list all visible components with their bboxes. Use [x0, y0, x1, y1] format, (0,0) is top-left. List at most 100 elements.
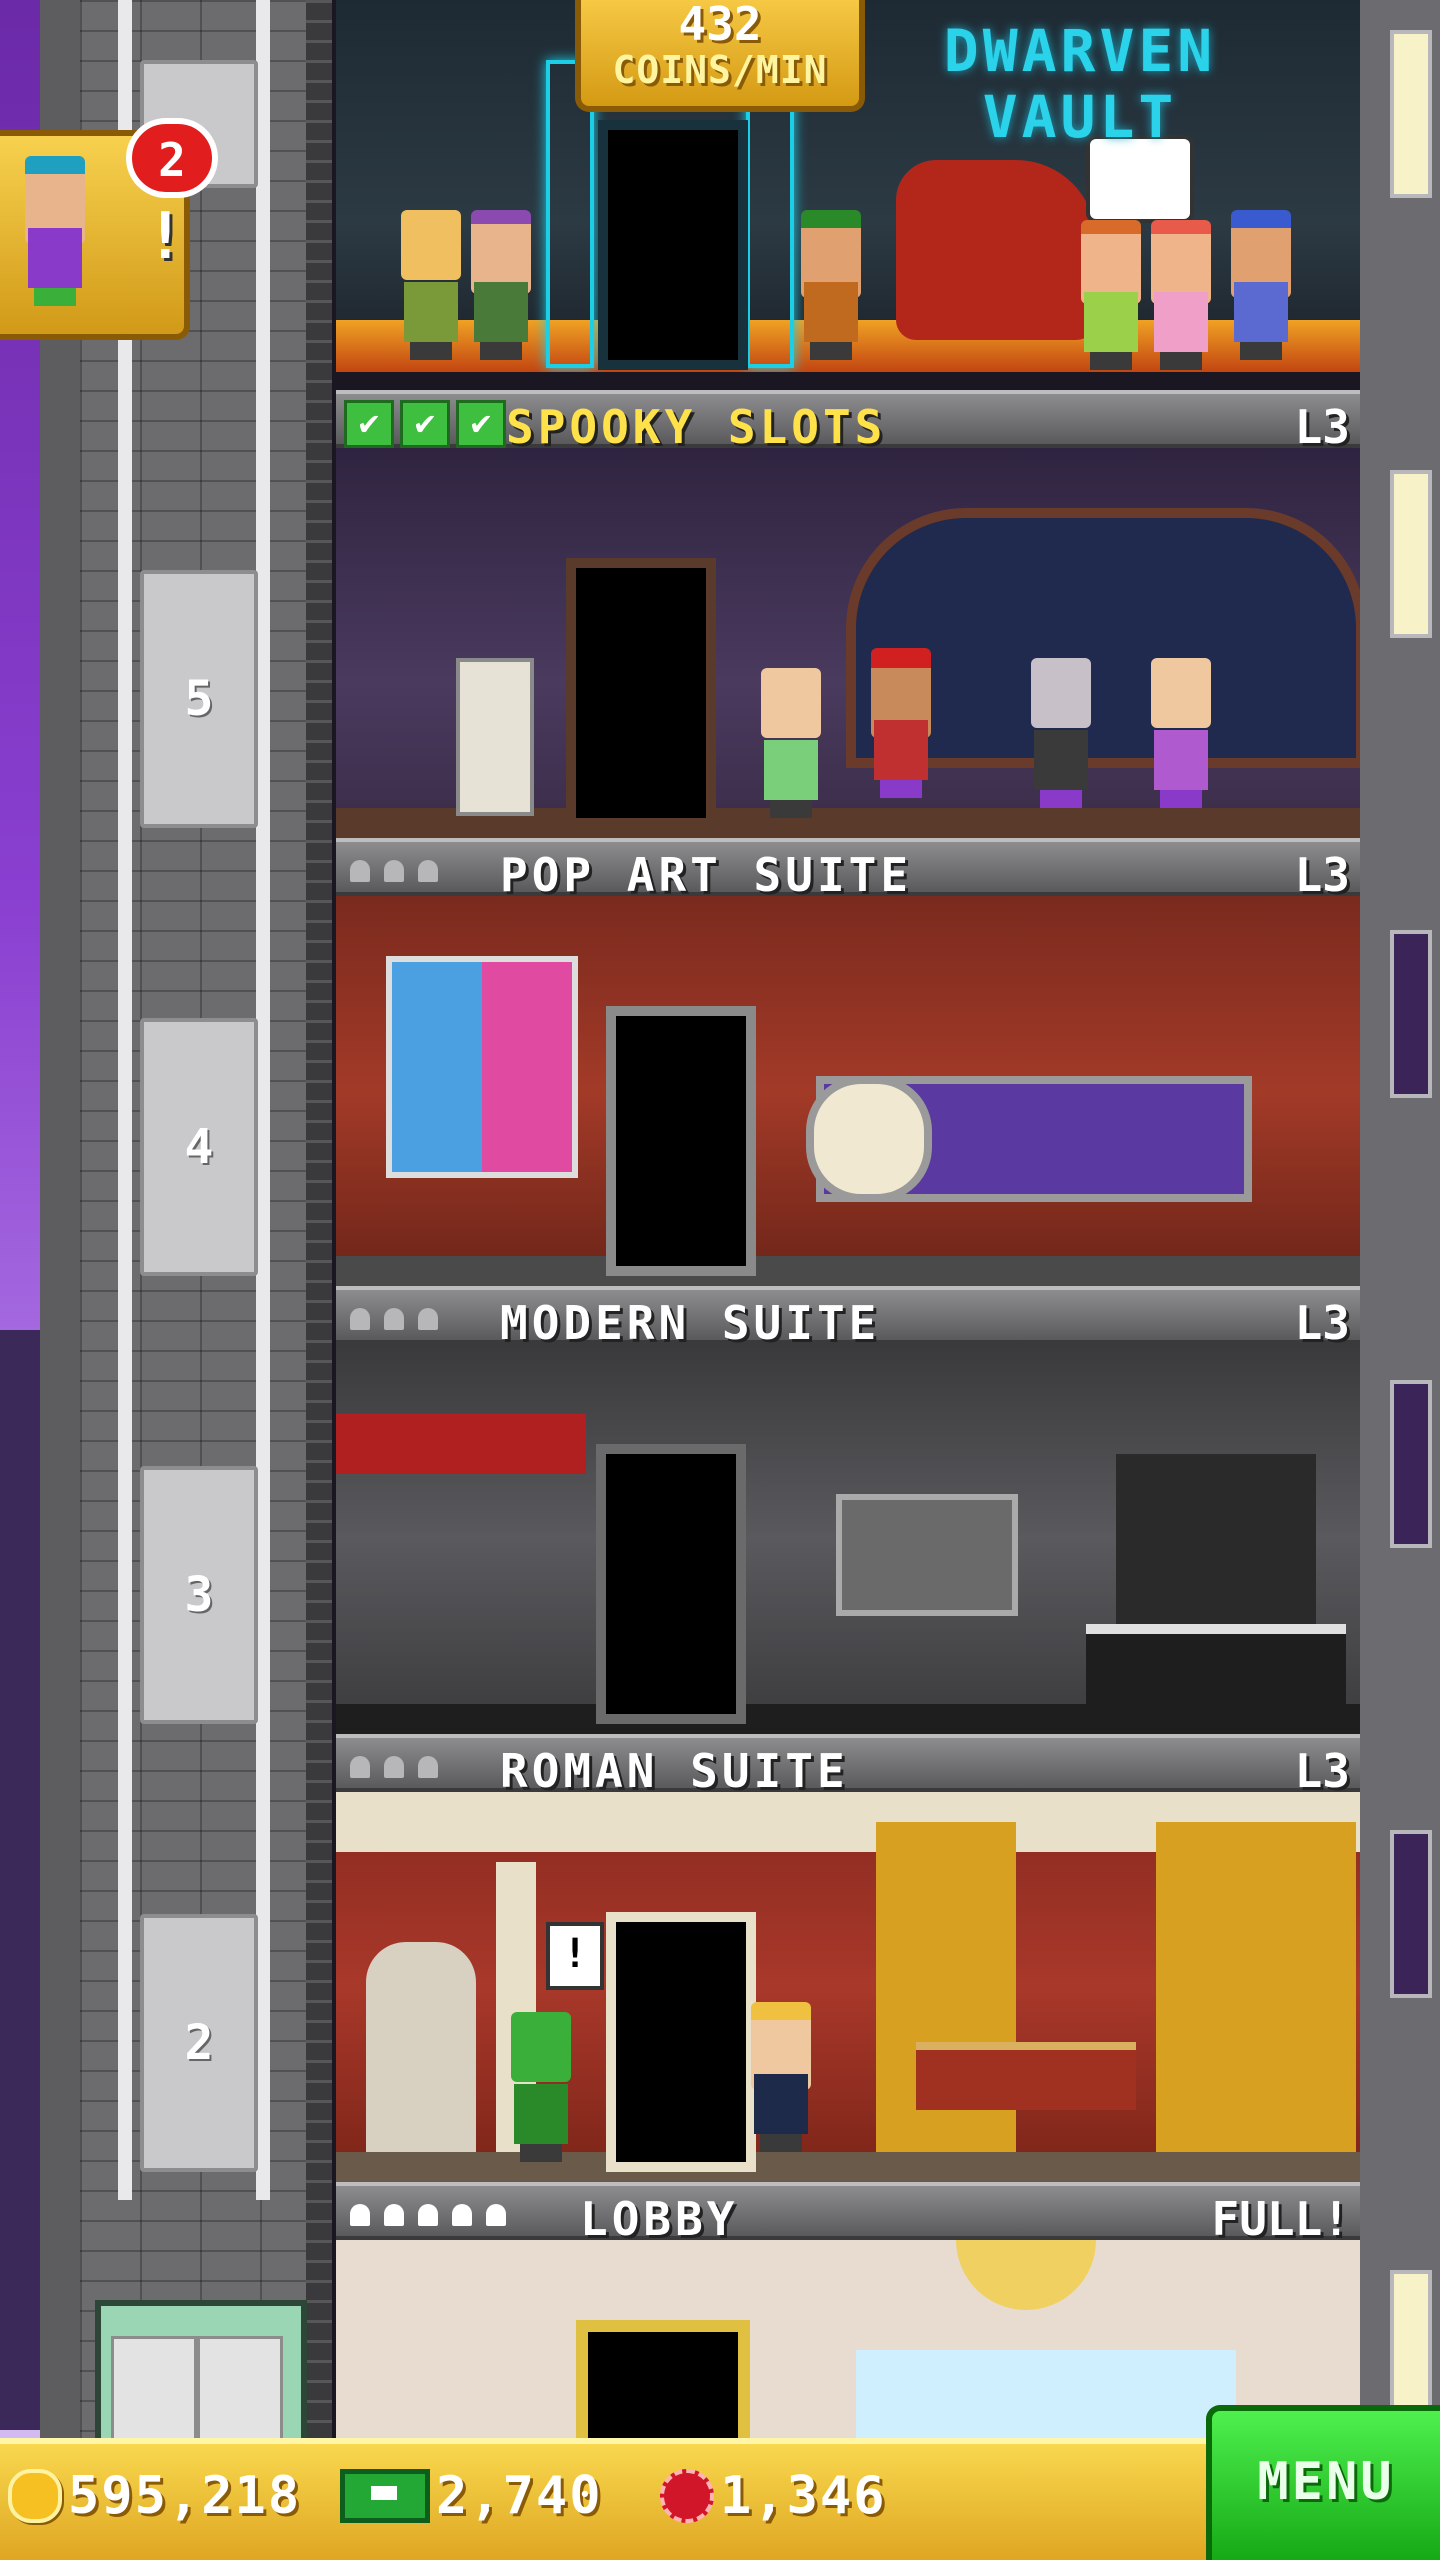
resident-dots — [350, 1308, 438, 1330]
pop-art-door[interactable] — [606, 1006, 756, 1276]
check-icon: ✔ — [344, 400, 394, 448]
spooky-door[interactable] — [566, 558, 716, 828]
floor-level: L3 — [1294, 400, 1350, 454]
elevator-door-left — [111, 2336, 197, 2452]
guest-purple[interactable] — [1146, 658, 1216, 808]
window — [1390, 1830, 1432, 1998]
check-icon: ✔ — [400, 400, 450, 448]
menu-button[interactable]: MENU — [1206, 2405, 1440, 2560]
coins-per-minute-value: 432 — [678, 0, 762, 51]
spooky-room — [336, 448, 1360, 838]
floor-number-3: 3 — [140, 1466, 258, 1724]
floor-name: SPOOKY SLOTS — [506, 400, 887, 454]
tv-screen — [836, 1494, 1018, 1616]
resident-icon — [418, 860, 438, 882]
resident-icon — [384, 860, 404, 882]
resident-icon — [418, 1756, 438, 1778]
roman-couch — [916, 2042, 1136, 2110]
floor-level: L3 — [1294, 848, 1350, 902]
gold-curtain-right — [1156, 1822, 1356, 2152]
bux-value: 2,740 — [436, 2466, 603, 2526]
bux-icon — [340, 2469, 430, 2523]
shaft-edge — [306, 0, 332, 2440]
floor-name: MODERN SUITE — [500, 1296, 881, 1350]
elevator-rail-right — [256, 0, 270, 2200]
roman-floor — [336, 2152, 1360, 2182]
resident-icon — [350, 1308, 370, 1330]
gem-icon — [660, 2469, 714, 2523]
resident-dots — [350, 860, 438, 882]
floor-name: ROMAN SUITE — [500, 1744, 849, 1798]
building-right-column — [1360, 0, 1440, 2440]
bookshelf — [1116, 1454, 1316, 1624]
gems-counter[interactable]: 1,346 — [660, 2466, 887, 2526]
floor-number-5: 5 — [140, 570, 258, 828]
dwarf-blue-hat[interactable] — [1226, 210, 1296, 360]
room-modern-suite[interactable] — [336, 1344, 1360, 1734]
city-skyline — [0, 1330, 40, 2430]
pop-art-room — [336, 896, 1360, 1286]
visitor-avatar — [20, 156, 90, 306]
guest-red-cap[interactable] — [866, 648, 936, 798]
dwarf-green-hat[interactable] — [796, 210, 866, 360]
resident-icon — [384, 1756, 404, 1778]
coins-value: 595,218 — [68, 2466, 302, 2526]
resident-dots — [350, 1756, 438, 1778]
guest-blonde[interactable] — [396, 210, 466, 360]
resident-dots — [350, 2204, 506, 2226]
floor-label-modern-suite[interactable]: MODERN SUITE L3 — [336, 1286, 1360, 1350]
coins-per-minute-badge[interactable]: 432 COINS/MIN — [575, 0, 865, 112]
notification-count-badge: 2 — [126, 118, 218, 198]
room-pop-art-suite[interactable] — [336, 896, 1360, 1286]
window — [1390, 30, 1432, 198]
floor-number-2: 2 — [140, 1914, 258, 2172]
room-spooky-slots[interactable] — [336, 448, 1360, 838]
stock-checks: ✔ ✔ ✔ — [344, 400, 506, 448]
red-wall-stripe — [336, 1414, 586, 1474]
vault-door[interactable] — [598, 120, 748, 370]
red-dragon[interactable] — [896, 160, 1096, 340]
floor-name: POP ART SUITE — [500, 848, 913, 902]
room-lobby[interactable] — [336, 2240, 1360, 2440]
roman-statue — [366, 1942, 476, 2152]
guest-pink[interactable] — [1146, 220, 1216, 370]
visitor-notification-button[interactable]: 2 ! — [0, 118, 218, 340]
guest-glasses[interactable] — [756, 668, 826, 818]
floor-label-lobby[interactable]: LOBBY FULL! — [336, 2182, 1360, 2246]
slot-machine-icon[interactable] — [456, 658, 534, 816]
exclamation-icon: ! — [146, 200, 185, 274]
roman-door[interactable] — [606, 1912, 756, 2172]
resident-icon — [452, 2204, 472, 2226]
resident-icon — [418, 1308, 438, 1330]
floor-label-roman-suite[interactable]: ROMAN SUITE L3 — [336, 1734, 1360, 1798]
resident-icon — [384, 1308, 404, 1330]
vault-sign-line2: VAULT — [982, 83, 1178, 151]
modern-bed — [1086, 1624, 1346, 1714]
floor-level: L3 — [1294, 1744, 1350, 1798]
modern-room — [336, 1344, 1360, 1734]
resident-icon — [350, 1756, 370, 1778]
modern-door[interactable] — [596, 1444, 746, 1724]
pop-art-painting — [386, 956, 578, 1178]
guest-purple-hair[interactable] — [466, 210, 536, 360]
resident-icon — [350, 2204, 370, 2226]
floor-label-pop-art-suite[interactable]: POP ART SUITE L3 — [336, 838, 1360, 902]
dwarven-vault-sign: DWARVEN VAULT — [900, 18, 1260, 150]
floor-label-spooky-slots[interactable]: ✔ ✔ ✔ SPOOKY SLOTS L3 — [336, 390, 1360, 454]
coin-icon — [8, 2469, 62, 2523]
alert-icon[interactable]: ! — [546, 1922, 604, 1990]
guest-blonde-suit[interactable] — [746, 2002, 816, 2152]
guest-redhead[interactable] — [1076, 220, 1146, 370]
check-icon: ✔ — [456, 400, 506, 448]
coins-counter[interactable]: 595,218 — [8, 2466, 301, 2526]
guest-vampire[interactable] — [1026, 658, 1096, 808]
guest-green-frog[interactable] — [506, 2012, 576, 2162]
floor-level: L3 — [1294, 1296, 1350, 1350]
elevator-car[interactable] — [95, 2300, 307, 2452]
bux-counter[interactable]: 2,740 — [340, 2466, 603, 2526]
room-roman-suite[interactable]: ! — [336, 1792, 1360, 2182]
egg-chair — [806, 1076, 932, 1202]
resident-icon — [486, 2204, 506, 2226]
lobby-door[interactable] — [576, 2320, 750, 2440]
roman-room: ! — [336, 1792, 1360, 2182]
